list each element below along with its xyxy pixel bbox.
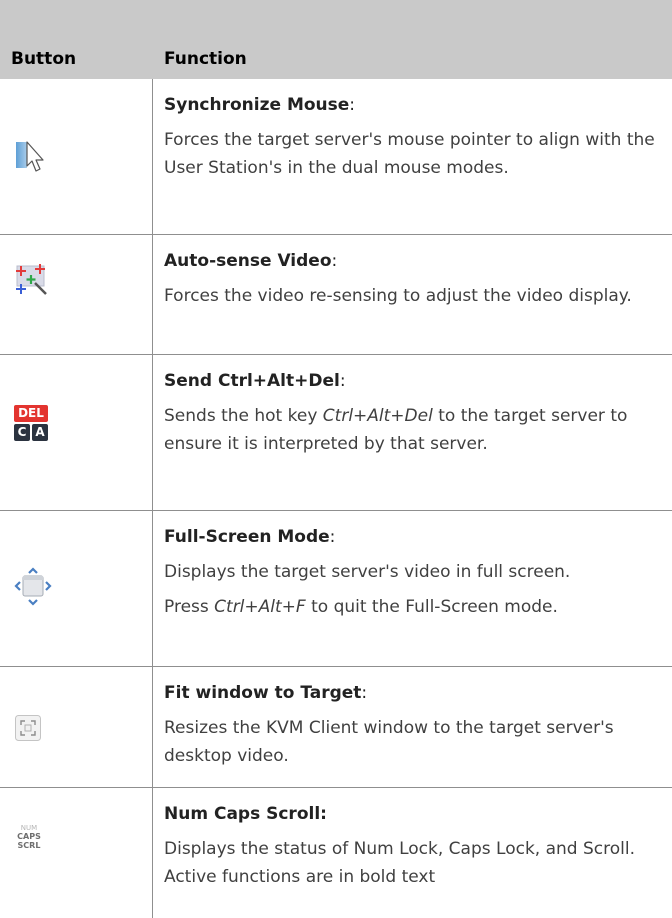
table-header: Button Function [0, 0, 672, 79]
num-caps-scroll-icon[interactable]: NUM CAPS SCRL [14, 824, 44, 854]
auto-sense-video-icon[interactable] [14, 262, 50, 298]
table-row: Full-Screen Mode: Displays the target se… [0, 511, 672, 667]
column-header-button: Button [11, 49, 77, 69]
row-description: Resizes the KVM Client window to the tar… [164, 718, 614, 766]
del-key: DEL [14, 405, 48, 422]
table-row: DEL C A Send Ctrl+Alt+Del: Sends the hot… [0, 355, 672, 511]
table-row: Auto-sense Video: Forces the video re-se… [0, 235, 672, 355]
ctrl-alt-del-icon[interactable]: DEL C A [14, 405, 48, 441]
row-title: Synchronize Mouse [164, 95, 350, 115]
alt-key: A [32, 424, 48, 441]
table-row: Synchronize Mouse: Forces the target ser… [0, 79, 672, 235]
row-description: Displays the target server's video in fu… [164, 562, 571, 582]
num-indicator: NUM [20, 824, 38, 832]
row-title: Full-Screen Mode [164, 527, 330, 547]
row-title: Num Caps Scroll: [164, 804, 327, 824]
row-description: Sends the hot key Ctrl+Alt+Del to the ta… [164, 406, 628, 454]
row-title: Send Ctrl+Alt+Del [164, 371, 340, 391]
row-title: Fit window to Target [164, 683, 362, 703]
row-description-note: Press Ctrl+Alt+F to quit the Full-Screen… [164, 597, 558, 617]
full-screen-mode-icon[interactable] [14, 567, 52, 607]
column-header-function: Function [164, 49, 247, 69]
ctrl-key: C [14, 424, 30, 441]
scroll-indicator: SCRL [17, 841, 41, 850]
synchronize-mouse-icon[interactable] [14, 139, 48, 175]
table-row: Fit window to Target: Resizes the KVM Cl… [0, 667, 672, 788]
row-description: Forces the target server's mouse pointer… [164, 130, 655, 178]
row-title: Auto-sense Video [164, 251, 332, 271]
button-function-table: Button Function Synchronize Mouse: Force… [0, 0, 672, 918]
fit-window-icon[interactable] [14, 714, 42, 742]
table-row: NUM CAPS SCRL Num Caps Scroll: Displays … [0, 788, 672, 918]
caps-indicator: CAPS [17, 832, 41, 841]
row-description: Displays the status of Num Lock, Caps Lo… [164, 839, 635, 887]
row-description: Forces the video re-sensing to adjust th… [164, 286, 632, 306]
